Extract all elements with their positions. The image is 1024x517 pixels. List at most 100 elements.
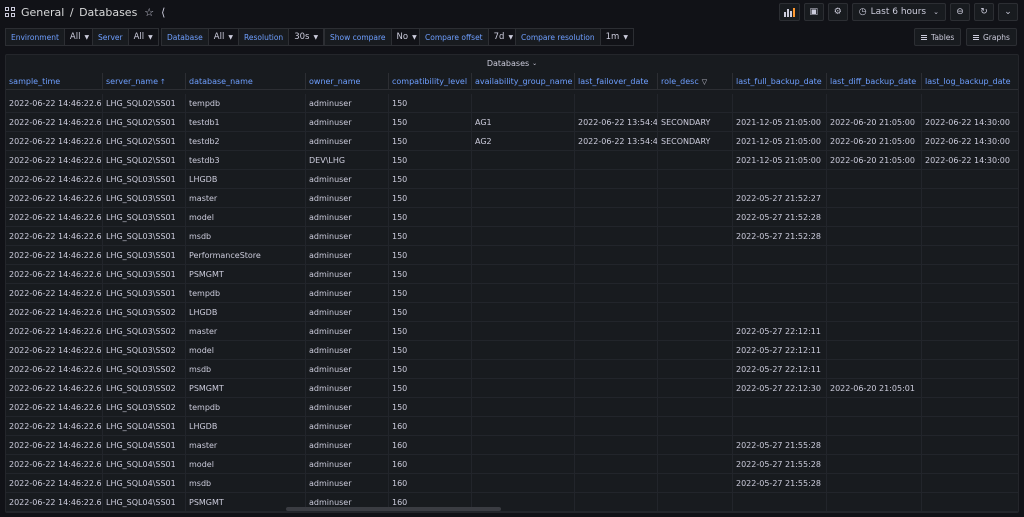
tables-link-button[interactable]: Tables bbox=[914, 28, 962, 46]
table-cell-availability-group-name bbox=[472, 94, 575, 113]
table-cell-sample-time: 2022-06-22 14:46:22.670 bbox=[6, 398, 103, 417]
table-cell-role-desc bbox=[658, 379, 733, 398]
column-header-owner-name[interactable]: owner_name bbox=[306, 73, 389, 90]
column-header-last-diff-backup-date[interactable]: last_diff_backup_date bbox=[827, 73, 922, 90]
table-cell-last-log-backup-date bbox=[922, 474, 1018, 493]
table-row: 2022-06-22 14:46:22.670 LHG_SQL03\SS02 tem… bbox=[6, 398, 1018, 417]
breadcrumb-folder[interactable]: General bbox=[21, 6, 64, 19]
table-row: 2022-06-22 14:46:22.670 LHG_SQL02\SS01 tem… bbox=[6, 94, 1018, 113]
variable-value: 1m bbox=[605, 32, 620, 42]
horizontal-scrollbar[interactable] bbox=[286, 507, 501, 511]
column-header-availability-group-name[interactable]: availability_group_name bbox=[472, 73, 575, 90]
table-cell-sample-time: 2022-06-22 14:46:22.670 bbox=[6, 94, 103, 113]
variable-show-compare: Show compare No ▼ bbox=[324, 28, 423, 46]
table-cell-role-desc bbox=[658, 474, 733, 493]
table-cell-database-name: tempdb bbox=[186, 398, 306, 417]
column-header-label: compatibility_level bbox=[392, 77, 468, 86]
compare-resolution-select[interactable]: 1m ▼ bbox=[600, 28, 634, 46]
table-cell-role-desc bbox=[658, 360, 733, 379]
table-cell-last-failover-date bbox=[575, 94, 658, 113]
table-cell-compatibility-level: 150 bbox=[389, 132, 472, 151]
table-cell-last-diff-backup-date bbox=[827, 303, 922, 322]
variable-label: Compare resolution bbox=[515, 28, 601, 46]
table-row: 2022-06-22 14:46:22.670 LHG_SQL03\SS01 LHG… bbox=[6, 170, 1018, 189]
database-select[interactable]: All ▼ bbox=[208, 28, 239, 46]
refresh-button[interactable]: ↻ bbox=[974, 3, 994, 21]
panel-header[interactable]: Databases ⌄ bbox=[6, 55, 1018, 71]
breadcrumb-dashboard[interactable]: Databases bbox=[79, 6, 137, 19]
column-header-server-name[interactable]: server_name ↑ bbox=[103, 73, 186, 90]
table-cell-availability-group-name bbox=[472, 284, 575, 303]
filter-icon[interactable]: ▽ bbox=[702, 78, 707, 86]
table-cell-database-name: PerformanceStore bbox=[186, 246, 306, 265]
refresh-interval-button[interactable]: ⌄ bbox=[998, 3, 1018, 21]
table-cell-last-log-backup-date bbox=[922, 246, 1018, 265]
table-cell-last-full-backup-date bbox=[733, 303, 827, 322]
table-cell-last-diff-backup-date bbox=[827, 170, 922, 189]
table-cell-compatibility-level: 150 bbox=[389, 170, 472, 189]
table-row: 2022-06-22 14:46:22.670 LHG_SQL04\SS01 msd… bbox=[6, 474, 1018, 493]
table-cell-server-name: LHG_SQL03\SS02 bbox=[103, 360, 186, 379]
column-header-role-desc[interactable]: role_desc ▽ bbox=[658, 73, 733, 90]
column-header-label: server_name bbox=[106, 77, 159, 86]
table-cell-server-name: LHG_SQL03\SS01 bbox=[103, 246, 186, 265]
table-cell-last-diff-backup-date bbox=[827, 436, 922, 455]
table-cell-compatibility-level: 150 bbox=[389, 113, 472, 132]
settings-button[interactable]: ⚙ bbox=[827, 3, 848, 21]
column-header-sample-time[interactable]: sample_time bbox=[6, 73, 103, 90]
graphs-link-button[interactable]: Graphs bbox=[966, 28, 1017, 46]
environment-select[interactable]: All ▼ bbox=[64, 28, 96, 46]
table-cell-compatibility-level: 150 bbox=[389, 341, 472, 360]
star-icon[interactable]: ☆ bbox=[144, 6, 154, 19]
column-header-last-full-backup-date[interactable]: last_full_backup_date bbox=[733, 73, 827, 90]
table-cell-last-diff-backup-date bbox=[827, 417, 922, 436]
table-cell-last-full-backup-date: 2022-05-27 21:52:28 bbox=[733, 208, 827, 227]
table-cell-availability-group-name bbox=[472, 341, 575, 360]
table-cell-availability-group-name: AG1 bbox=[472, 113, 575, 132]
table-cell-compatibility-level: 150 bbox=[389, 265, 472, 284]
table-cell-last-failover-date bbox=[575, 493, 658, 512]
table-cell-role-desc bbox=[658, 303, 733, 322]
table-cell-role-desc bbox=[658, 341, 733, 360]
table-cell-sample-time: 2022-06-22 14:46:22.670 bbox=[6, 322, 103, 341]
column-header-last-failover-date[interactable]: last_failover_date bbox=[575, 73, 658, 90]
table-cell-last-failover-date bbox=[575, 246, 658, 265]
column-header-database-name[interactable]: database_name bbox=[186, 73, 306, 90]
table-cell-last-failover-date bbox=[575, 436, 658, 455]
table-cell-compatibility-level: 160 bbox=[389, 417, 472, 436]
column-header-compatibility-level[interactable]: compatibility_level bbox=[389, 73, 472, 90]
table-cell-server-name: LHG_SQL02\SS01 bbox=[103, 151, 186, 170]
table-cell-sample-time: 2022-06-22 14:46:22.670 bbox=[6, 170, 103, 189]
table-cell-last-failover-date: 2022-06-22 13:54:4… bbox=[575, 132, 658, 151]
table-cell-sample-time: 2022-06-22 14:46:22.670 bbox=[6, 455, 103, 474]
dashboards-grid-icon[interactable] bbox=[5, 7, 15, 17]
time-picker[interactable]: ◷ Last 6 hours ⌄ bbox=[851, 3, 946, 21]
table-cell-compatibility-level: 160 bbox=[389, 436, 472, 455]
table-row: 2022-06-22 14:46:22.670 LHG_SQL04\SS01 LHG… bbox=[6, 417, 1018, 436]
table-cell-server-name: LHG_SQL03\SS02 bbox=[103, 379, 186, 398]
tables-link-label: Tables bbox=[931, 32, 955, 42]
resolution-select[interactable]: 30s ▼ bbox=[289, 28, 325, 46]
chevron-down-icon: ▼ bbox=[228, 33, 233, 41]
table-cell-last-diff-backup-date: 2022-06-20 21:05:00 bbox=[827, 132, 922, 151]
table-cell-last-log-backup-date bbox=[922, 208, 1018, 227]
table-cell-last-log-backup-date bbox=[922, 398, 1018, 417]
server-select[interactable]: All ▼ bbox=[128, 28, 159, 46]
table-cell-server-name: LHG_SQL04\SS01 bbox=[103, 474, 186, 493]
table-cell-last-full-backup-date: 2022-05-27 22:12:11 bbox=[733, 360, 827, 379]
table-cell-compatibility-level: 150 bbox=[389, 360, 472, 379]
share-icon[interactable]: ⟨ bbox=[161, 6, 165, 19]
zoom-out-button[interactable]: ⊖ bbox=[950, 3, 970, 21]
table-cell-availability-group-name bbox=[472, 303, 575, 322]
table-cell-last-log-backup-date bbox=[922, 265, 1018, 284]
column-header-label: last_full_backup_date bbox=[736, 77, 822, 86]
save-dashboard-button[interactable]: ▣ bbox=[803, 3, 824, 21]
column-header-label: last_failover_date bbox=[578, 77, 649, 86]
table-cell-last-failover-date: 2022-06-22 13:54:4… bbox=[575, 113, 658, 132]
table-cell-last-log-backup-date bbox=[922, 170, 1018, 189]
clock-icon: ◷ bbox=[858, 7, 867, 17]
table-cell-database-name: msdb bbox=[186, 474, 306, 493]
add-panel-button[interactable] bbox=[778, 3, 800, 21]
table-cell-last-full-backup-date: 2022-05-27 22:12:11 bbox=[733, 322, 827, 341]
column-header-last-log-backup-date[interactable]: last_log_backup_date bbox=[922, 73, 1018, 90]
